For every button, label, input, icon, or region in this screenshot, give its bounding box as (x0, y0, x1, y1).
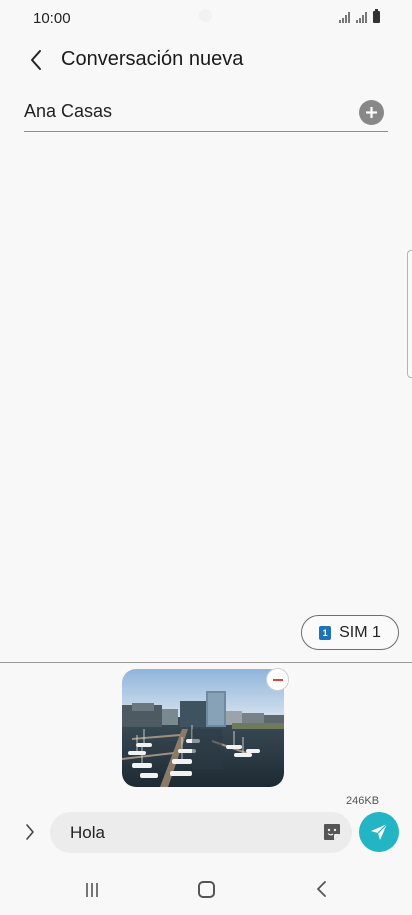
divider (0, 662, 412, 663)
signal-icon (356, 11, 367, 23)
home-button[interactable] (198, 881, 215, 898)
attachment-size: 246KB (346, 795, 380, 807)
send-button[interactable] (359, 812, 399, 852)
back-button[interactable] (22, 46, 50, 74)
back-icon (317, 881, 326, 897)
page-title: Conversación nueva (61, 48, 244, 70)
minus-circle-icon (272, 678, 283, 681)
status-icons (339, 9, 380, 23)
recents-icon (86, 883, 98, 897)
camera-cutout (199, 9, 212, 22)
sim-badge-icon: 1 (319, 625, 332, 640)
status-time: 10:00 (33, 10, 71, 27)
harbor-photo (122, 669, 284, 787)
add-recipient-button[interactable] (359, 100, 384, 125)
chevron-right-icon (26, 824, 34, 840)
sticker-button[interactable] (322, 822, 342, 842)
remove-attachment-button[interactable] (266, 668, 289, 691)
status-bar: 10:00 (0, 0, 412, 36)
send-icon (371, 823, 388, 840)
recipient-name[interactable]: Ana Casas (24, 101, 112, 122)
attachment-image[interactable] (122, 669, 284, 787)
navigation-bar (0, 864, 412, 915)
app-bar: Conversación nueva (0, 38, 412, 82)
edge-panel-handle[interactable] (407, 250, 412, 378)
compose-box[interactable] (50, 812, 352, 853)
sim-label: SIM 1 (339, 623, 381, 641)
recents-button[interactable] (84, 882, 100, 898)
message-input[interactable] (70, 823, 310, 843)
signal-icon (339, 11, 350, 23)
plus-circle-icon (366, 107, 377, 118)
sticker-icon (324, 824, 340, 840)
sim-select-button[interactable]: 1 SIM 1 (301, 615, 399, 650)
chevron-left-icon (31, 50, 41, 70)
nav-back-button[interactable] (313, 880, 331, 898)
recipient-field[interactable]: Ana Casas (24, 96, 388, 132)
battery-icon (373, 9, 380, 23)
expand-options-button[interactable] (18, 820, 42, 844)
